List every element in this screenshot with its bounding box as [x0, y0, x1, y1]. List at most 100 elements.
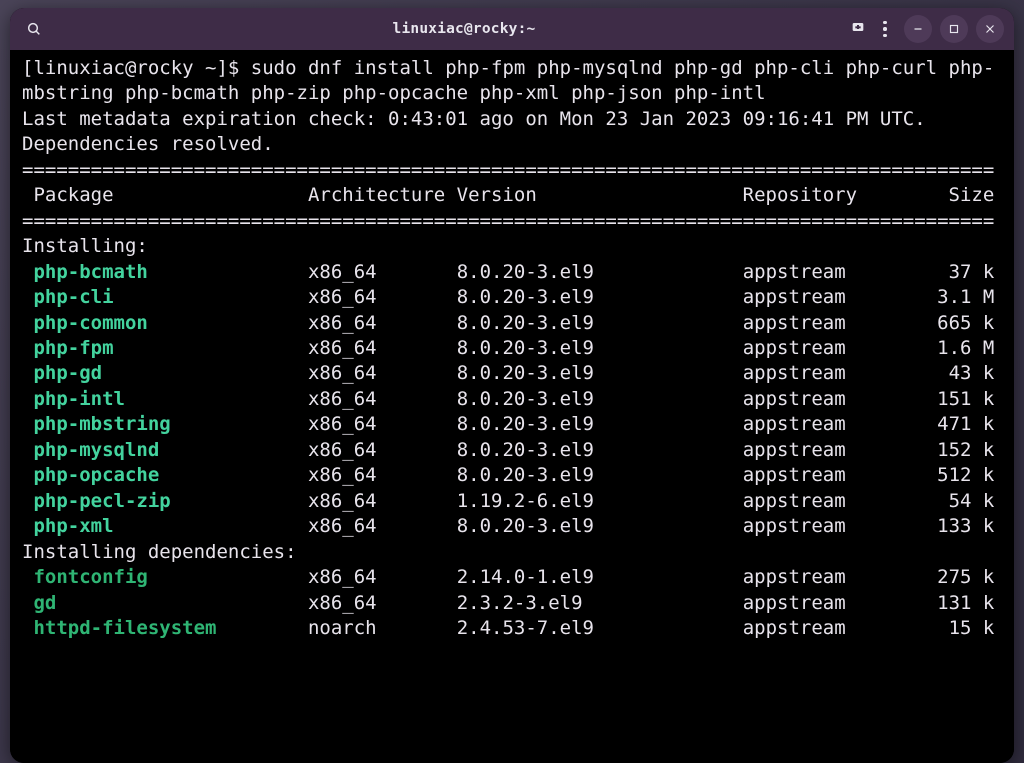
package-name: php-intl: [22, 388, 308, 410]
table-row: php-intl x86_64 8.0.20-3.el9 appstream 1…: [22, 387, 1002, 412]
title-bar: linuxiac@rocky:~: [10, 8, 1014, 50]
package-name: php-common: [22, 312, 308, 334]
package-name: gd: [22, 592, 308, 614]
package-arch: x86_64: [308, 286, 457, 308]
table-row: php-common x86_64 8.0.20-3.el9 appstream…: [22, 311, 1002, 336]
window-title: linuxiac@rocky:~: [144, 21, 784, 37]
shell-prompt: [linuxiac@rocky ~]$: [22, 57, 251, 79]
package-repo: appstream: [743, 261, 926, 283]
table-row: php-xml x86_64 8.0.20-3.el9 appstream 13…: [22, 514, 1002, 539]
table-row: httpd-filesystem noarch 2.4.53-7.el9 app…: [22, 616, 1002, 641]
package-repo: appstream: [743, 388, 926, 410]
package-version: 8.0.20-3.el9: [457, 261, 743, 283]
table-row: php-opcache x86_64 8.0.20-3.el9 appstrea…: [22, 463, 1002, 488]
package-version: 2.4.53-7.el9: [457, 617, 743, 639]
package-arch: x86_64: [308, 261, 457, 283]
package-version: 8.0.20-3.el9: [457, 337, 743, 359]
package-arch: x86_64: [308, 515, 457, 537]
package-size: 37 k: [926, 261, 995, 283]
package-size: 665 k: [926, 312, 995, 334]
table-row: php-pecl-zip x86_64 1.19.2-6.el9 appstre…: [22, 489, 1002, 514]
package-version: 8.0.20-3.el9: [457, 515, 743, 537]
terminal-output[interactable]: [linuxiac@rocky ~]$ sudo dnf install php…: [10, 50, 1014, 763]
package-repo: appstream: [743, 490, 926, 512]
package-arch: x86_64: [308, 312, 457, 334]
table-row: gd x86_64 2.3.2-3.el9 appstream 131 k: [22, 591, 1002, 616]
package-version: 2.3.2-3.el9: [457, 592, 743, 614]
package-repo: appstream: [743, 617, 926, 639]
package-size: 512 k: [926, 464, 995, 486]
package-version: 8.0.20-3.el9: [457, 413, 743, 435]
package-name: php-mbstring: [22, 413, 308, 435]
search-icon[interactable]: [24, 19, 44, 39]
table-row: php-fpm x86_64 8.0.20-3.el9 appstream 1.…: [22, 336, 1002, 361]
package-arch: x86_64: [308, 362, 457, 384]
package-size: 15 k: [926, 617, 995, 639]
table-row: php-mysqlnd x86_64 8.0.20-3.el9 appstrea…: [22, 438, 1002, 463]
package-version: 2.14.0-1.el9: [457, 566, 743, 588]
package-arch: x86_64: [308, 337, 457, 359]
package-version: 8.0.20-3.el9: [457, 388, 743, 410]
package-size: 3.1 M: [926, 286, 995, 308]
package-arch: x86_64: [308, 566, 457, 588]
package-repo: appstream: [743, 413, 926, 435]
close-button[interactable]: [976, 15, 1004, 43]
package-name: php-bcmath: [22, 261, 308, 283]
package-arch: x86_64: [308, 592, 457, 614]
package-version: 8.0.20-3.el9: [457, 362, 743, 384]
table-divider: ========================================…: [22, 158, 1002, 183]
package-size: 152 k: [926, 439, 995, 461]
menu-icon[interactable]: [874, 21, 896, 38]
package-repo: appstream: [743, 337, 926, 359]
package-size: 131 k: [926, 592, 995, 614]
package-size: 133 k: [926, 515, 995, 537]
package-size: 471 k: [926, 413, 995, 435]
package-name: php-pecl-zip: [22, 490, 308, 512]
package-repo: appstream: [743, 592, 926, 614]
package-size: 1.6 M: [926, 337, 995, 359]
package-arch: x86_64: [308, 388, 457, 410]
package-repo: appstream: [743, 286, 926, 308]
package-arch: x86_64: [308, 490, 457, 512]
package-size: 43 k: [926, 362, 995, 384]
package-version: 8.0.20-3.el9: [457, 286, 743, 308]
minimize-button[interactable]: [904, 15, 932, 43]
package-repo: appstream: [743, 439, 926, 461]
package-arch: x86_64: [308, 464, 457, 486]
package-name: httpd-filesystem: [22, 617, 308, 639]
package-name: php-gd: [22, 362, 308, 384]
package-arch: x86_64: [308, 439, 457, 461]
package-version: 8.0.20-3.el9: [457, 439, 743, 461]
package-version: 1.19.2-6.el9: [457, 490, 743, 512]
maximize-button[interactable]: [940, 15, 968, 43]
table-header: Package Architecture Version Repository …: [22, 183, 1002, 208]
package-repo: appstream: [743, 515, 926, 537]
package-repo: appstream: [743, 362, 926, 384]
package-name: php-fpm: [22, 337, 308, 359]
new-tab-icon[interactable]: [850, 19, 866, 39]
table-row: php-mbstring x86_64 8.0.20-3.el9 appstre…: [22, 412, 1002, 437]
metadata-line: Last metadata expiration check: 0:43:01 …: [22, 107, 1002, 132]
package-repo: appstream: [743, 566, 926, 588]
table-row: php-cli x86_64 8.0.20-3.el9 appstream 3.…: [22, 285, 1002, 310]
package-repo: appstream: [743, 312, 926, 334]
table-row: php-gd x86_64 8.0.20-3.el9 appstream 43 …: [22, 361, 1002, 386]
deps-resolved-line: Dependencies resolved.: [22, 132, 1002, 157]
package-arch: x86_64: [308, 413, 457, 435]
package-repo: appstream: [743, 464, 926, 486]
package-size: 275 k: [926, 566, 995, 588]
package-name: php-opcache: [22, 464, 308, 486]
installing-header: Installing:: [22, 234, 1002, 259]
table-row: php-bcmath x86_64 8.0.20-3.el9 appstream…: [22, 260, 1002, 285]
package-size: 151 k: [926, 388, 995, 410]
package-name: php-xml: [22, 515, 308, 537]
table-divider: ========================================…: [22, 209, 1002, 234]
package-name: php-mysqlnd: [22, 439, 308, 461]
package-size: 54 k: [926, 490, 995, 512]
prompt-line: [linuxiac@rocky ~]$ sudo dnf install php…: [22, 56, 1002, 107]
package-version: 8.0.20-3.el9: [457, 464, 743, 486]
installing-deps-header: Installing dependencies:: [22, 540, 1002, 565]
package-arch: noarch: [308, 617, 457, 639]
package-name: fontconfig: [22, 566, 308, 588]
table-row: fontconfig x86_64 2.14.0-1.el9 appstream…: [22, 565, 1002, 590]
